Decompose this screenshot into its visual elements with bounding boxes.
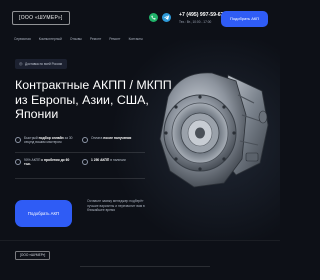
logo[interactable]: [ООО «ШУМЕР»] — [12, 11, 70, 25]
whatsapp-icon[interactable] — [149, 13, 158, 22]
footer-logo[interactable]: [ООО «ШУМЕР»] — [15, 251, 51, 260]
feature-item: 90% АКПП с пробегом до 60 тыс. — [15, 158, 74, 167]
feature-item: 1 250 АКПП в наличии — [82, 158, 141, 165]
main-nav: Сервисная Компьютерный Отзывы Ремонт Рем… — [14, 37, 143, 41]
badge-text: Доставка по всей России — [25, 62, 63, 66]
feature-item: Оплата после получения — [82, 136, 141, 143]
wallet-icon — [82, 136, 88, 143]
feature-text: Быстрый подбор онлайн за 30 секунд вашим… — [24, 136, 73, 145]
page: [ООО «ШУМЕР»] +7 (495) 997-59-63 Тех.: В… — [0, 0, 280, 280]
nav-item[interactable]: Ремонт — [109, 37, 120, 41]
transmission-image — [159, 72, 269, 188]
divider — [15, 178, 145, 179]
feature-item: Быстрый подбор онлайн за 30 секунд вашим… — [15, 136, 74, 145]
location-icon: ◎ — [19, 61, 23, 66]
phone-number[interactable]: +7 (495) 997-59-63 — [179, 12, 224, 18]
feature-text: 1 250 АКПП в наличии — [91, 158, 126, 162]
header-cta-button[interactable]: Подобрать АКП — [221, 11, 268, 27]
divider — [15, 152, 145, 153]
feature-text: 90% АКПП с пробегом до 60 тыс. — [24, 158, 70, 167]
nav-item[interactable]: Компьютерный — [39, 37, 62, 41]
telegram-icon[interactable] — [162, 13, 171, 22]
hero-title-line2: из Европы, Азии, США, Японии — [15, 92, 149, 122]
working-hours: Тех.: Вт., 10:00 - 17:00 — [179, 20, 212, 24]
check-icon — [15, 136, 21, 143]
nav-item[interactable]: Сервисная — [14, 37, 31, 41]
feature-text: Оплата после получения — [91, 136, 132, 140]
section-separator — [0, 240, 280, 241]
delivery-badge: ◎ Доставка по всей России — [15, 59, 68, 69]
hero-cta-button[interactable]: Подобрать АКП — [15, 200, 72, 227]
nav-item[interactable]: Ремонт — [90, 37, 101, 41]
gauge-icon — [15, 158, 21, 165]
box-icon — [82, 158, 88, 165]
divider — [80, 266, 210, 267]
nav-item[interactable]: Отзывы — [70, 37, 82, 41]
cta-note: Оставьте заявку менеджер подберёт лучшие… — [87, 199, 145, 213]
nav-item[interactable]: Контакты — [129, 37, 143, 41]
hero-title-line1: Контрактные АКПП / МКПП — [15, 78, 172, 92]
